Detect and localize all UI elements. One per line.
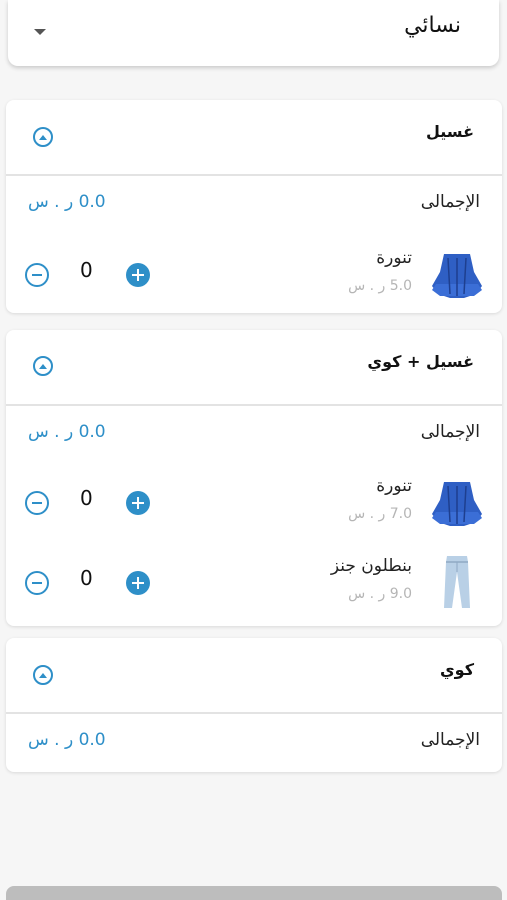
section-header[interactable]: كوي [6,638,502,714]
section-title: كوي [440,660,474,679]
item-quantity: 0 [80,486,93,510]
section-header[interactable]: غسيل [6,100,502,176]
total-value: 0.0 ر . س [28,730,106,750]
section-total-row: الإجمالى 0.0 ر . س [6,192,502,222]
item-name: تنورة [376,476,412,496]
list-item: بنطلون جنز 9.0 ر . س 0 [6,554,502,614]
collapse-icon[interactable] [33,356,53,376]
increase-quantity-button[interactable] [126,571,150,595]
increase-quantity-button[interactable] [126,491,150,515]
collapse-icon[interactable] [33,127,53,147]
decrease-quantity-button[interactable] [25,263,49,287]
collapse-icon[interactable] [33,665,53,685]
total-label: الإجمالى [420,422,480,442]
caret-down-icon [34,29,46,35]
item-price: 5.0 ر . س [348,278,412,294]
section-title: غسيل + كوي [367,352,474,371]
list-item: تنورة 5.0 ر . س 0 [6,246,502,306]
decrease-quantity-button[interactable] [25,491,49,515]
total-value: 0.0 ر . س [28,192,106,212]
list-item: تنورة 7.0 ر . س 0 [6,474,502,534]
item-price: 7.0 ر . س [348,506,412,522]
skirt-image [432,254,482,298]
service-section-washing-ironing: غسيل + كوي الإجمالى 0.0 ر . س تنورة 7.0 … [6,330,502,626]
category-dropdown-value: نسائي [404,13,461,38]
total-label: الإجمالى [420,730,480,750]
bottom-action-button[interactable] [6,886,502,900]
decrease-quantity-button[interactable] [25,571,49,595]
total-value: 0.0 ر . س [28,422,106,442]
section-header[interactable]: غسيل + كوي [6,330,502,406]
item-name: تنورة [376,248,412,268]
item-quantity: 0 [80,566,93,590]
increase-quantity-button[interactable] [126,263,150,287]
service-section-ironing: كوي الإجمالى 0.0 ر . س [6,638,502,772]
total-label: الإجمالى [420,192,480,212]
jeans-image [444,556,470,608]
section-total-row: الإجمالى 0.0 ر . س [6,422,502,452]
section-total-row: الإجمالى 0.0 ر . س [6,730,502,760]
item-name: بنطلون جنز [330,556,412,576]
category-dropdown[interactable]: نسائي [8,0,499,66]
skirt-image [432,482,482,526]
section-title: غسيل [425,122,474,141]
item-price: 9.0 ر . س [348,586,412,602]
item-quantity: 0 [80,258,93,282]
service-section-washing: غسيل الإجمالى 0.0 ر . س تنورة 5.0 ر . س … [6,100,502,313]
